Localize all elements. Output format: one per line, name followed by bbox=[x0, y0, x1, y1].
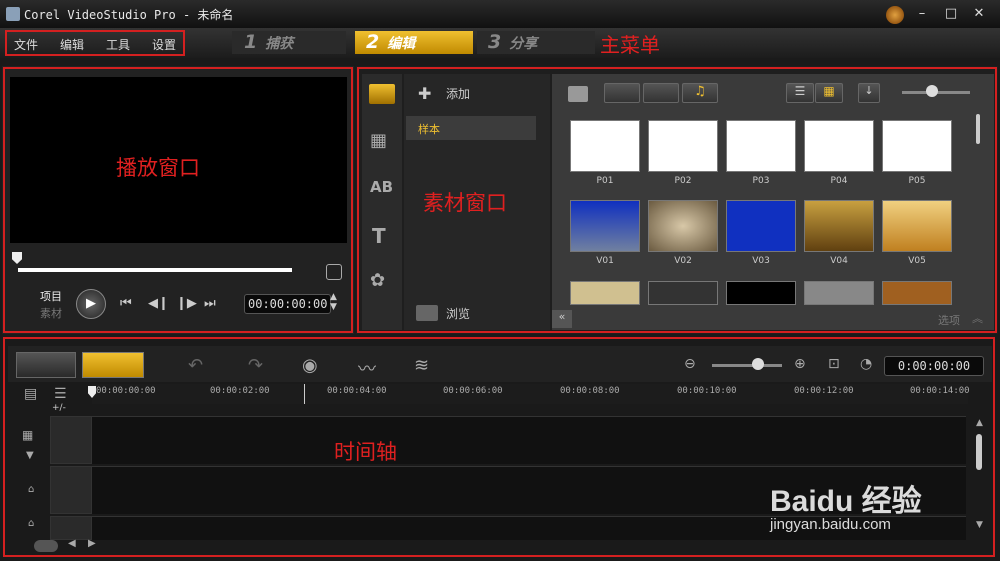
menu-file[interactable]: 文件 bbox=[14, 36, 38, 53]
step-edit[interactable]: 2 编辑 bbox=[366, 31, 415, 54]
minimize-icon[interactable]: – bbox=[913, 6, 931, 22]
app-icon bbox=[6, 7, 20, 21]
menu-edit[interactable]: 编辑 bbox=[60, 36, 84, 53]
step-capture[interactable]: 1 捕获 bbox=[244, 31, 293, 54]
step-capture-label: 捕获 bbox=[265, 36, 294, 52]
menu-tools[interactable]: 工具 bbox=[106, 36, 130, 53]
next-frame-icon[interactable]: ❙▶ bbox=[176, 296, 197, 311]
prev-frame-icon[interactable]: ◀❙ bbox=[148, 296, 169, 311]
play-button[interactable]: ▶ bbox=[76, 289, 106, 319]
step-share[interactable]: 3 分享 bbox=[488, 31, 537, 54]
step-edit-label: 编辑 bbox=[387, 36, 416, 52]
step-capture-num: 1 bbox=[244, 31, 258, 53]
watermark-brand: Baidu 经验 bbox=[770, 485, 922, 518]
player-timecode[interactable]: 00:00:00:00 bbox=[244, 294, 332, 314]
seek-bar[interactable] bbox=[18, 268, 292, 272]
close-icon[interactable]: ✕ bbox=[970, 6, 988, 22]
mode-project[interactable]: 项目 bbox=[40, 288, 62, 304]
step-share-num: 3 bbox=[488, 31, 502, 53]
menu-settings[interactable]: 设置 bbox=[152, 36, 176, 53]
library-highlight bbox=[357, 67, 997, 333]
step-edit-num: 2 bbox=[366, 31, 380, 53]
videostudio-window: Corel VideoStudio Pro - 未命名 – □ ✕ 文件 编辑 … bbox=[0, 0, 1000, 561]
step-share-label: 分享 bbox=[509, 36, 538, 52]
annotation-player: 播放窗口 bbox=[116, 156, 200, 180]
help-icon[interactable] bbox=[886, 6, 904, 24]
mode-clip[interactable]: 素材 bbox=[40, 305, 62, 321]
resize-preview-icon[interactable] bbox=[326, 264, 342, 280]
annotation-timeline: 时间轴 bbox=[334, 440, 397, 464]
go-start-icon[interactable]: ⏮ bbox=[120, 296, 132, 311]
timecode-stepper[interactable]: ▲ ▼ bbox=[330, 292, 337, 312]
maximize-icon[interactable]: □ bbox=[942, 6, 960, 22]
window-title: Corel VideoStudio Pro - 未命名 bbox=[24, 8, 234, 22]
go-end-icon[interactable]: ⏭ bbox=[204, 296, 216, 311]
annotation-main-menu: 主菜单 bbox=[600, 33, 660, 57]
watermark-url: jingyan.baidu.com bbox=[770, 516, 891, 533]
